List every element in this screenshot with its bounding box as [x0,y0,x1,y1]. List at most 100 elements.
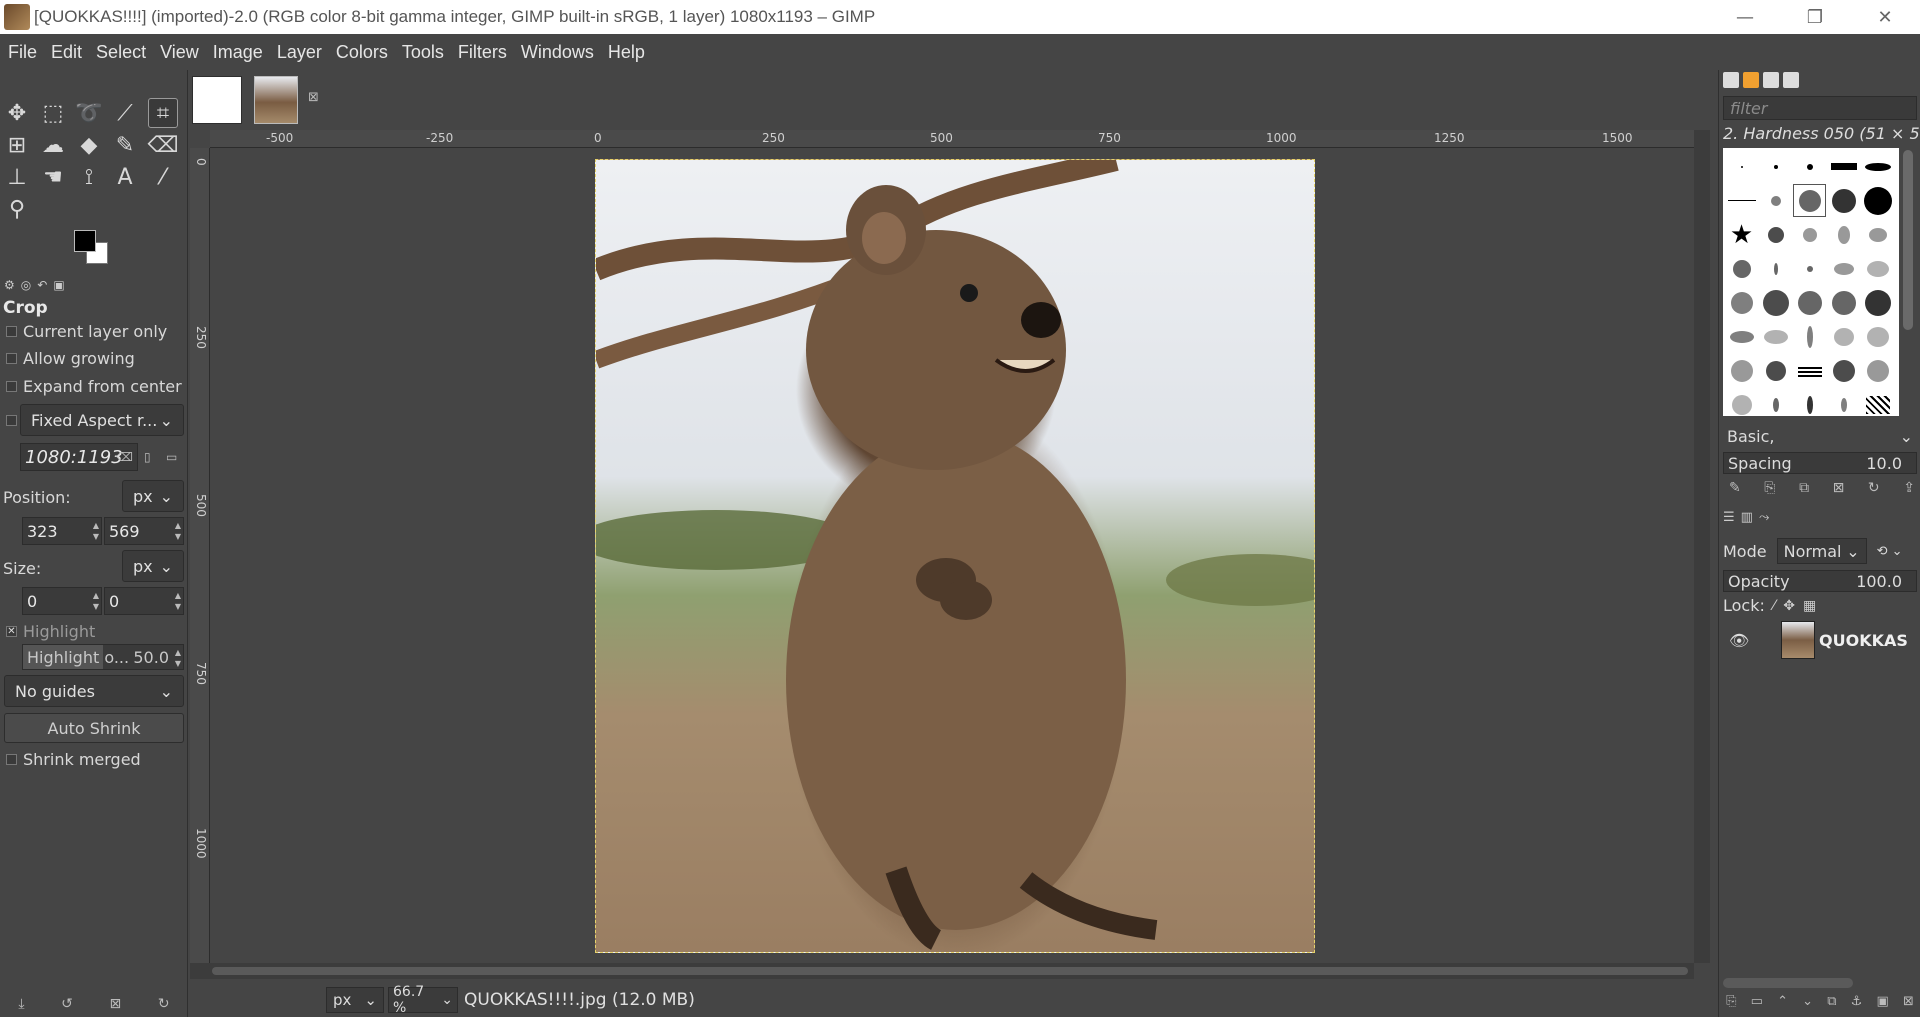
size-height-input[interactable]: 0 ▲ ▼ [104,587,184,615]
tool-options-tab-icon[interactable]: ⚙ [4,278,15,292]
horizontal-scrollbar[interactable] [190,963,1694,979]
menu-colors[interactable]: Colors [336,42,388,63]
brushes-tab-icon[interactable] [1723,72,1739,88]
fuzzy-select-icon[interactable]: ⟋ [110,98,140,128]
composite-mode-icon[interactable]: ⟲ ⌄ [1877,544,1903,559]
layer-row[interactable]: 👁 QUOKKAS!!!! [1719,616,1920,664]
menu-layer[interactable]: Layer [277,42,322,63]
new-layer-icon[interactable]: ⎘ [1726,994,1736,1014]
patterns-tab-icon[interactable] [1743,72,1759,88]
brush-cell[interactable] [1725,388,1758,421]
spin-arrows-icon[interactable]: ▲ ▼ [93,520,99,542]
zoom-dropdown[interactable]: 66.7 % ⌄ [388,984,458,1016]
brush-cell[interactable] [1759,388,1792,421]
new-layer-group-icon[interactable]: ▭ [1751,994,1763,1014]
brush-cell[interactable] [1725,150,1758,183]
brush-cell[interactable] [1793,252,1826,285]
brush-cell[interactable] [1725,184,1758,217]
scrollbar-thumb[interactable] [212,967,1688,975]
channels-tab-icon[interactable]: ▥ [1741,510,1753,525]
layer-opacity-slider[interactable]: Opacity 100.0 [1723,570,1917,592]
eye-icon[interactable]: 👁 [1729,631,1751,650]
duplicate-layer-icon[interactable]: ⧉ [1827,994,1836,1014]
check-icon[interactable]: ✕ [6,626,17,637]
brush-cell[interactable] [1793,286,1826,319]
lower-layer-icon[interactable]: ⌄ [1802,994,1813,1014]
brush-cell[interactable] [1725,286,1758,319]
brush-cell[interactable] [1861,388,1894,421]
delete-brush-icon[interactable]: ⊠ [1833,480,1845,496]
menu-windows[interactable]: Windows [521,42,594,63]
clone-icon[interactable]: ⊥ [2,162,32,192]
highlight-opacity-slider[interactable]: Highlight o... 50.0 ▲ ▼ [22,644,184,670]
checkbox-icon[interactable] [6,326,17,337]
brush-cell[interactable] [1759,286,1792,319]
save-options-icon[interactable]: ⤓ [18,996,24,1012]
brush-cell[interactable] [1861,320,1894,353]
image-tab-quokkas[interactable] [254,76,298,124]
brush-cell[interactable] [1759,320,1792,353]
portrait-icon[interactable]: ▯ [144,450,151,464]
device-status-tab-icon[interactable]: ◎ [21,278,31,292]
brush-filter-input[interactable]: filter [1723,96,1917,120]
brush-cell[interactable] [1725,354,1758,387]
checkbox-icon[interactable] [6,353,17,364]
landscape-icon[interactable]: ▭ [166,450,177,464]
layers-horizontal-scrollbar[interactable] [1723,978,1853,988]
quokka-photo[interactable] [595,159,1315,953]
brush-cell[interactable] [1759,150,1792,183]
help-tab-icon[interactable] [1783,72,1799,88]
zoom-icon[interactable]: ⚲ [2,194,32,224]
brush-cell[interactable] [1759,354,1792,387]
brush-cell[interactable] [1725,252,1758,285]
brush-cell[interactable] [1827,388,1860,421]
brush-cell[interactable] [1861,150,1894,183]
vertical-scrollbar[interactable] [1694,130,1710,963]
expand-from-center-checkbox[interactable]: Expand from center [6,377,182,396]
spin-arrows-icon[interactable]: ▲ ▼ [175,520,181,542]
brush-cell[interactable] [1861,252,1894,285]
brush-cell[interactable] [1793,354,1826,387]
unified-transform-icon[interactable]: ⊞ [2,130,32,160]
star-brush-icon[interactable]: ★ [1725,218,1758,251]
brush-cell[interactable] [1793,150,1826,183]
color-picker-icon[interactable]: ⁄ [148,162,178,192]
images-tab-icon[interactable]: ▣ [53,278,64,292]
guides-dropdown[interactable]: No guides ⌄ [4,675,184,707]
highlight-checkbox[interactable]: ✕ Highlight [6,622,95,641]
reset-options-icon[interactable]: ↻ [158,996,170,1012]
auto-shrink-button[interactable]: Auto Shrink [4,713,184,743]
size-unit-dropdown[interactable]: px ⌄ [122,550,184,582]
undo-history-tab-icon[interactable]: ↶ [37,278,47,292]
layer-mode-dropdown[interactable]: Normal ⌄ [1776,538,1867,564]
lasso-icon[interactable]: ➰ [74,98,104,128]
minimize-button[interactable]: — [1710,0,1780,34]
brush-set-dropdown[interactable]: Basic, ⌄ [1723,424,1917,448]
spin-arrows-icon[interactable]: ▲ ▼ [175,647,181,669]
layers-tab-icon[interactable]: ☰ [1723,510,1735,525]
menu-view[interactable]: View [160,42,199,63]
fonts-tab-icon[interactable] [1763,72,1779,88]
menu-image[interactable]: Image [213,42,263,63]
lock-alpha-icon[interactable]: ▦ [1803,598,1816,614]
fixed-aspect-checkbox[interactable] [6,415,17,426]
image-tab-blank[interactable] [192,76,242,124]
crop-icon[interactable]: ⌗ [148,98,178,128]
edit-brush-icon[interactable]: ✎ [1729,480,1741,496]
raise-layer-icon[interactable]: ⌃ [1777,994,1788,1014]
brush-cell[interactable] [1827,252,1860,285]
maximize-button[interactable]: ❐ [1780,0,1850,34]
position-x-input[interactable]: 323 ▲ ▼ [22,517,102,545]
checkbox-icon[interactable] [6,381,17,392]
image-canvas[interactable] [210,148,1694,963]
layer-name[interactable]: QUOKKAS!!!! [1819,631,1907,650]
brush-cell[interactable] [1827,150,1860,183]
menu-select[interactable]: Select [96,42,146,63]
brush-cell[interactable] [1793,218,1826,251]
brush-cell[interactable] [1827,184,1860,217]
brush-cell[interactable] [1861,286,1894,319]
restore-options-icon[interactable]: ↺ [61,996,73,1012]
paths-icon[interactable]: ⟟ [74,162,104,192]
brush-cell[interactable] [1725,320,1758,353]
new-brush-icon[interactable]: ⎘ [1764,480,1775,496]
